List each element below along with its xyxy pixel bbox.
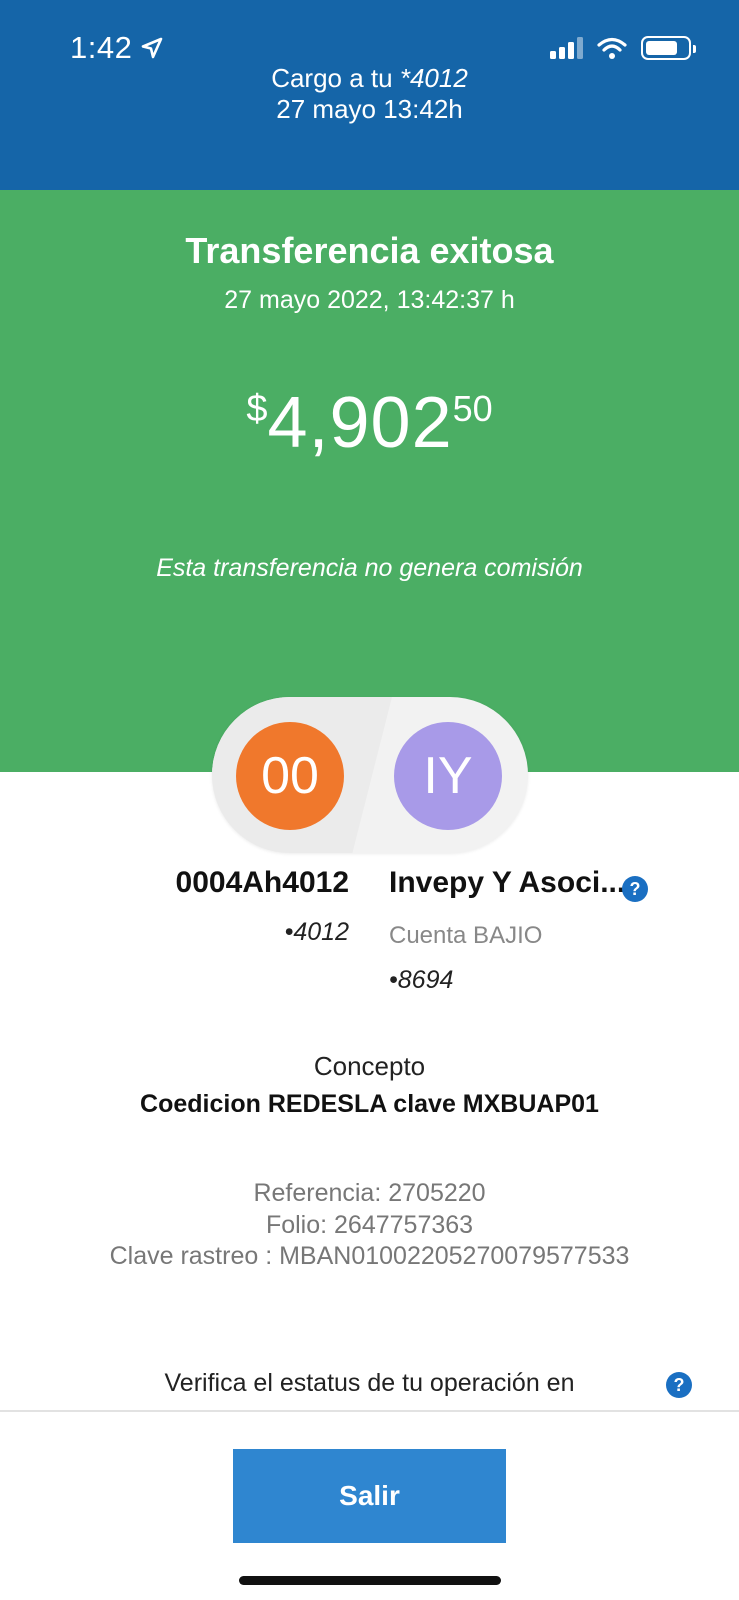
- wifi-icon: [597, 37, 627, 59]
- charge-account: *4012: [399, 63, 468, 93]
- verify-status-text: Verifica el estatus de tu operación en: [164, 1369, 575, 1397]
- bullet: •: [389, 966, 398, 994]
- concept-value: Coedicion REDESLA clave MXBUAP01: [140, 1090, 599, 1118]
- destination-account-number: •8694: [389, 966, 453, 995]
- cellular-signal-icon: [550, 37, 583, 59]
- home-indicator[interactable]: [239, 1576, 501, 1585]
- destination-number-text: 8694: [397, 966, 454, 994]
- destination-account-name: Invepy Y Asoci...: [389, 866, 626, 899]
- success-panel: Transferencia exitosa 27 mayo 2022, 13:4…: [0, 190, 739, 772]
- concept-label: Concepto: [313, 1051, 426, 1081]
- reference: Referencia: 2705220: [253, 1179, 486, 1207]
- status-time: 1:42: [70, 30, 164, 66]
- header: 1:42 Cargo a tu *4012 27 mayo 13:42h: [0, 0, 739, 190]
- success-title: Transferencia exitosa: [185, 230, 554, 271]
- battery-icon: [641, 36, 696, 60]
- charge-account-line: Cargo a tu *4012: [0, 63, 739, 94]
- origin-account-name: 0004Ah4012: [175, 866, 349, 899]
- destination-bank: Cuenta BAJIO: [389, 922, 543, 949]
- amount-currency: $: [246, 388, 268, 430]
- exit-button[interactable]: Salir: [233, 1449, 506, 1543]
- transfer-parties: 00 IY: [212, 697, 528, 853]
- help-icon[interactable]: ?: [666, 1372, 692, 1398]
- charge-date: 27 mayo 13:42h: [276, 94, 463, 124]
- origin-number-text: 4012: [293, 918, 349, 946]
- origin-avatar: 00: [236, 722, 344, 830]
- location-arrow-icon: [142, 37, 163, 59]
- folio: Folio: 2647757363: [265, 1211, 474, 1239]
- amount-integer: 4,902: [267, 383, 453, 463]
- transfer-amount: $4,90250: [0, 382, 739, 464]
- help-icon[interactable]: ?: [622, 876, 648, 902]
- origin-account-number: •4012: [285, 918, 349, 947]
- transfer-datetime: 27 mayo 2022, 13:42:37 h: [224, 286, 515, 314]
- charge-prefix: Cargo a tu: [271, 63, 400, 93]
- amount-decimal: 50: [452, 388, 493, 429]
- commission-note: Esta transferencia no genera comisión: [156, 554, 583, 582]
- status-time-text: 1:42: [70, 30, 133, 65]
- tracking-key: Clave rastreo : MBAN01002205270079577533: [109, 1242, 630, 1270]
- status-icons: [550, 36, 696, 60]
- destination-avatar: IY: [394, 722, 502, 830]
